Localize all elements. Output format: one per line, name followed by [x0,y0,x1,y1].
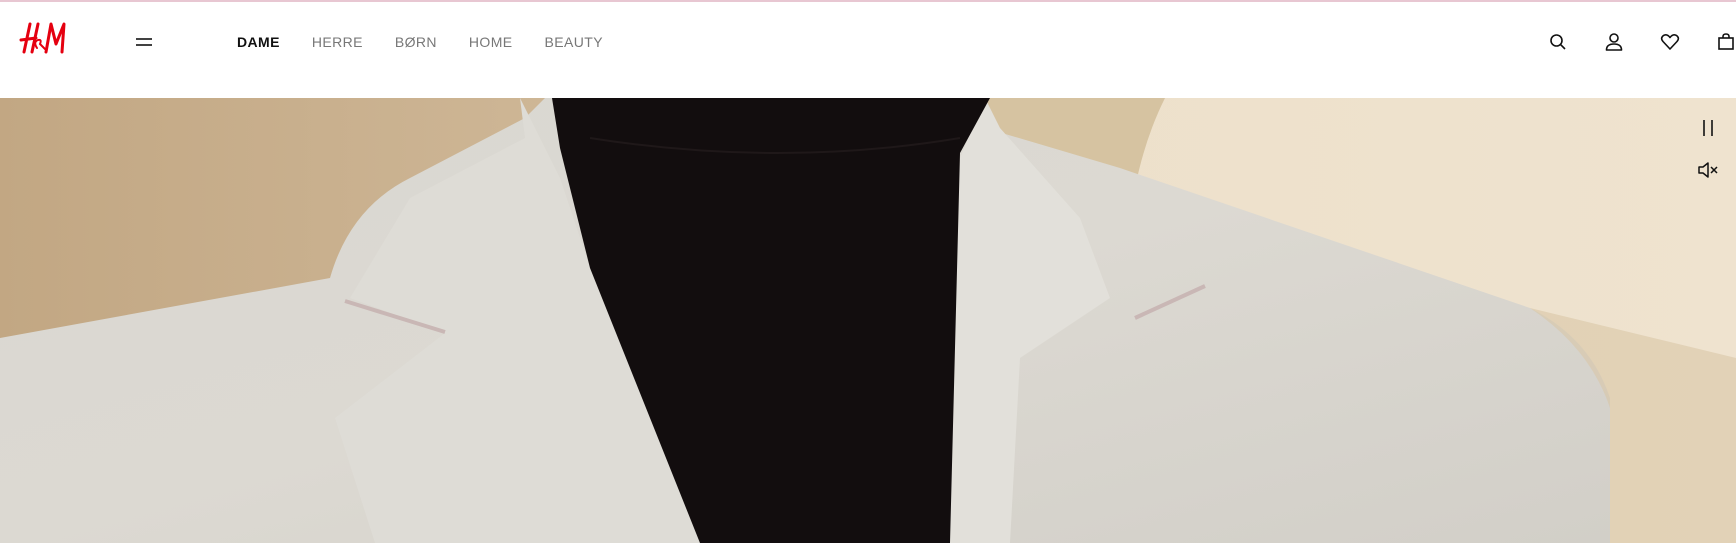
hero-image [0,98,1736,543]
search-icon [1550,34,1566,50]
favorites-button[interactable] [1658,30,1682,54]
favorites-icon [1660,34,1680,50]
mute-button[interactable] [1694,156,1722,184]
account-icon [1605,33,1623,51]
header-actions [1516,30,1736,56]
shopping-bag-button[interactable] [1714,30,1736,54]
nav-item-dame[interactable]: DAME [237,32,280,52]
pause-button[interactable] [1694,114,1722,142]
site-header: DAME HERRE BØRN HOME BEAUTY [0,0,1736,98]
nav-item-home[interactable]: HOME [469,32,513,52]
main-nav: DAME HERRE BØRN HOME BEAUTY [237,32,635,52]
nav-item-herre[interactable]: HERRE [312,32,363,52]
mute-icon [1698,162,1718,178]
account-button[interactable] [1602,30,1626,54]
search-button[interactable] [1546,30,1570,54]
shopping-bag-icon [1718,33,1734,50]
menu-button[interactable] [132,32,156,52]
pause-icon [1703,120,1713,136]
page: DAME HERRE BØRN HOME BEAUTY [0,0,1736,543]
nav-item-beauty[interactable]: BEAUTY [545,32,603,52]
hamburger-icon [136,38,152,46]
hm-logo[interactable] [18,18,70,58]
hero-video[interactable] [0,98,1736,543]
nav-item-born[interactable]: BØRN [395,32,437,52]
